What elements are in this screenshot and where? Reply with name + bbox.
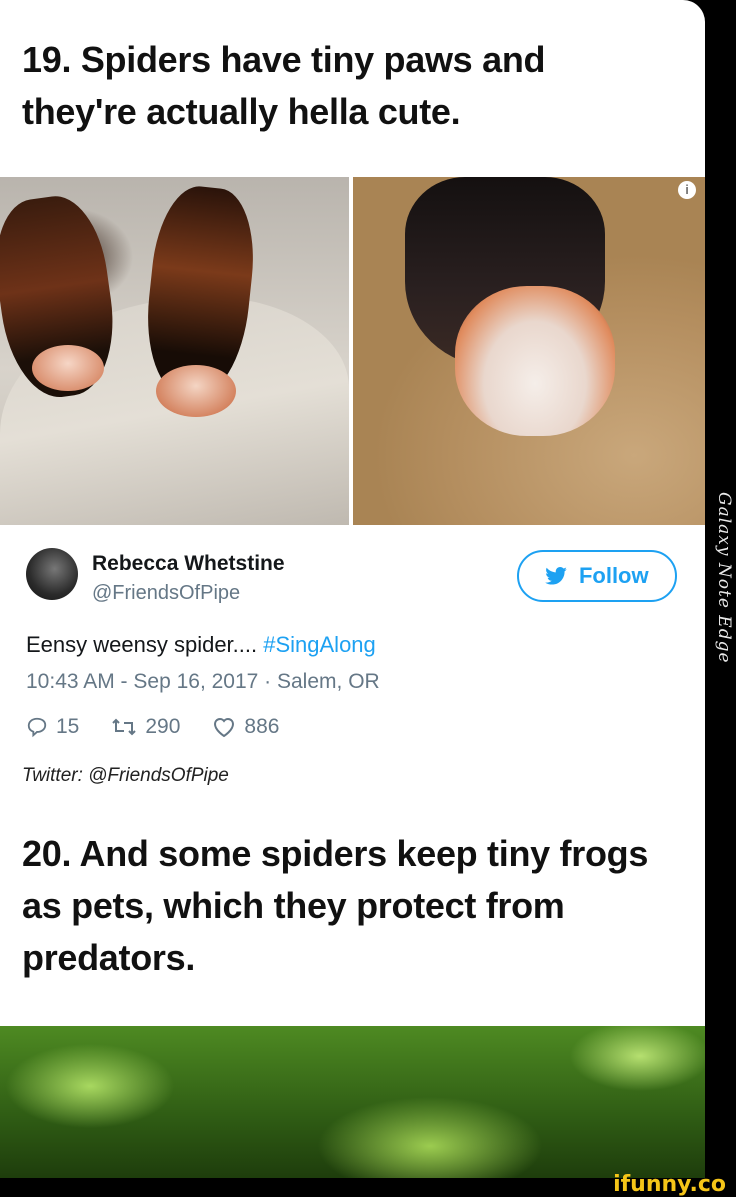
info-icon[interactable]: i [678, 181, 696, 199]
frog-photo-preview [0, 1026, 705, 1178]
tweet-stats: 15 290 886 [26, 715, 311, 739]
spider-paw [455, 286, 615, 436]
reply-icon [27, 717, 47, 738]
heart-icon [214, 718, 235, 738]
spider-paws-photo-left [0, 177, 349, 525]
item-20-heading: 20. And some spiders keep tiny frogs as … [22, 833, 649, 978]
tweet-text: Eensy weensy spider.... #SingAlong [26, 632, 376, 658]
hashtag-link[interactable]: #SingAlong [263, 632, 376, 657]
tweet-author-handle[interactable]: @FriendsOfPipe [92, 582, 240, 605]
retweet-stat[interactable]: 290 [111, 715, 180, 739]
spider-paw [156, 365, 236, 417]
spider-paw [32, 345, 104, 391]
follow-label: Follow [578, 563, 649, 588]
like-stat[interactable]: 886 [212, 715, 279, 739]
retweet-icon [112, 718, 137, 736]
item-19-heading: 19. Spiders have tiny paws and they're a… [22, 39, 546, 132]
tweet-author-name[interactable]: Rebecca Whetstine [92, 552, 285, 576]
tweet-timestamp-location[interactable]: 10:43 AM - Sep 16, 2017 · Salem, OR [26, 670, 380, 694]
retweet-count: 290 [145, 715, 181, 738]
image-credit: Twitter: @FriendsOfPipe [22, 765, 229, 786]
device-edge-label: Galaxy Note Edge [714, 492, 734, 664]
reply-stat[interactable]: 15 [26, 715, 79, 739]
like-count: 886 [244, 715, 280, 738]
ifunny-watermark: ifunny.co [613, 1172, 726, 1197]
twitter-bird-icon [545, 566, 573, 588]
follow-button[interactable]: Follow [517, 550, 677, 602]
tweet-body: Eensy weensy spider.... [26, 632, 264, 657]
avatar[interactable] [26, 548, 78, 600]
reply-count: 15 [56, 715, 80, 738]
